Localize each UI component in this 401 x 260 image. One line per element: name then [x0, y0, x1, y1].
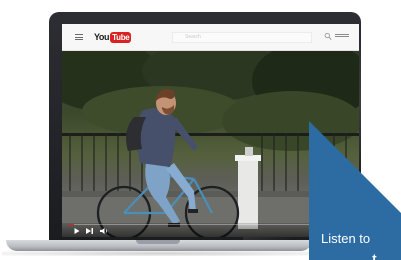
- laptop-notch: [136, 240, 180, 244]
- promo-banner: Listen to ..t: [309, 121, 401, 260]
- volume-icon[interactable]: [100, 228, 109, 234]
- user-menu-icon[interactable]: [335, 34, 349, 39]
- hamburger-icon[interactable]: [75, 34, 83, 40]
- laptop-shadow: [2, 251, 318, 256]
- youtube-header: You Tube Search: [62, 24, 359, 51]
- search-input[interactable]: Search: [172, 32, 312, 43]
- play-icon[interactable]: [74, 228, 80, 234]
- progress-fill: [68, 224, 74, 225]
- next-icon[interactable]: [86, 228, 94, 234]
- logo-tube: Tube: [110, 31, 132, 43]
- youtube-logo[interactable]: You Tube: [94, 31, 132, 43]
- promo-line-2: ..t: [365, 251, 377, 260]
- search-icon[interactable]: [324, 32, 332, 41]
- logo-you: You: [94, 32, 110, 42]
- promo-line-1: Listen to: [321, 231, 371, 246]
